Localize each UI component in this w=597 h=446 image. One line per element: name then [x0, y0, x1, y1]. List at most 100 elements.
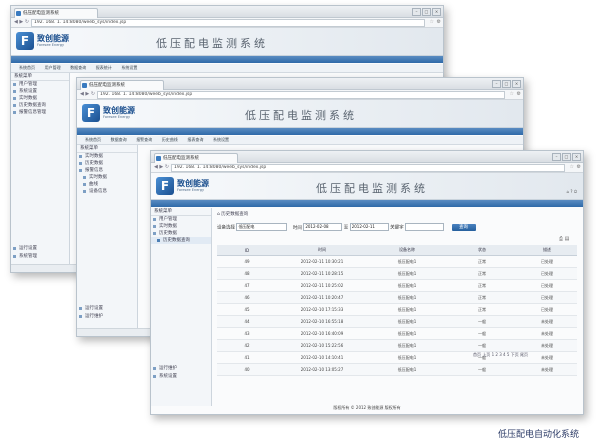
wrench-icon[interactable]: ⚙ — [517, 91, 521, 97]
sidebar-item-label: 系统设置 — [159, 374, 177, 379]
sidebar-item[interactable]: 历史数据 — [77, 160, 137, 167]
pager-page[interactable]: 2 — [495, 352, 498, 357]
sidebar-item[interactable]: 报警信息 — [77, 167, 137, 174]
pager-page[interactable]: 4 — [503, 352, 506, 357]
maximize-button[interactable]: □ — [422, 8, 431, 16]
url-field[interactable]: 192. 168. 1. 14:8080/weeb_sys/index.jsp — [31, 19, 425, 27]
export-icon[interactable]: ⎙ ▤ — [559, 236, 569, 242]
pager-page[interactable]: 5 — [507, 352, 510, 357]
maximize-button[interactable]: □ — [502, 80, 511, 88]
sidebar-item[interactable]: 曲线 — [77, 181, 137, 188]
column-header[interactable]: ID — [217, 245, 277, 256]
sidebar-item[interactable]: 历史数据 — [151, 230, 211, 237]
sidebar-item-label: 系统设置 — [19, 89, 37, 94]
sidebar-item[interactable]: 用户管理 — [151, 216, 211, 223]
menu-item[interactable]: 历史曲线 — [162, 136, 178, 144]
keyword-label: 关键字 — [390, 225, 404, 231]
column-header[interactable]: 状态 — [447, 245, 517, 256]
browser-tab[interactable]: 低压配电监测系统 — [80, 80, 164, 90]
pager-page[interactable]: 1 — [492, 352, 495, 357]
star-icon[interactable]: ☆ — [570, 164, 574, 170]
table-row[interactable]: 48 2012-02-11 10:28:15 低压配电1 正常 已处理 — [217, 267, 577, 280]
sidebar-item[interactable]: 运行维护 — [77, 313, 103, 320]
sidebar-item[interactable]: 运行设置 — [11, 245, 37, 252]
home-icon[interactable]: ⌂ — [217, 212, 220, 217]
device-select[interactable]: 低压配电 — [236, 223, 288, 231]
close-button[interactable]: × — [512, 80, 521, 88]
menu-item[interactable]: 报警查询 — [136, 136, 152, 144]
minimize-button[interactable]: – — [492, 80, 501, 88]
back-forward-icon[interactable]: ◀ ▶ ↻ — [154, 164, 169, 170]
menu-item[interactable]: 系统设置 — [213, 136, 229, 144]
table-row[interactable]: 44 2012-02-10 16:55:18 低压配电1 一般 未处理 — [217, 315, 577, 328]
menu-item[interactable]: 系统首页 — [85, 136, 101, 144]
wrench-icon[interactable]: ⚙ — [577, 164, 581, 170]
end-date-field[interactable]: 2012-02-11 — [349, 223, 389, 231]
folder-icon — [13, 97, 16, 100]
back-forward-icon[interactable]: ◀ ▶ ↻ — [14, 19, 29, 25]
close-button[interactable]: × — [572, 153, 581, 161]
home-icon[interactable]: ⌂ — [567, 189, 570, 194]
menu-item[interactable]: 报表统计 — [96, 64, 112, 72]
sidebar-item[interactable]: 实时数据 — [77, 174, 137, 181]
sidebar-item[interactable]: 实时数据 — [151, 223, 211, 230]
url-field[interactable]: 192. 168. 1. 14:8080/weeb_sys/index.jsp — [171, 164, 565, 172]
sidebar-item[interactable]: 实时数据 — [11, 95, 69, 102]
menu-item[interactable]: 报表查询 — [187, 136, 203, 144]
pager-prev[interactable]: 上页 — [482, 352, 490, 357]
pager-next[interactable]: 下页 — [511, 352, 519, 357]
back-forward-icon[interactable]: ◀ ▶ ↻ — [80, 91, 95, 97]
sidebar-item[interactable]: 系统设置 — [11, 88, 69, 95]
menu-item[interactable]: 系统设置 — [121, 64, 137, 72]
logo-mark-icon: F — [82, 104, 100, 122]
keyword-input[interactable] — [405, 223, 445, 231]
query-button[interactable]: 查询 — [451, 223, 476, 231]
sidebar-item[interactable]: 实时数据 — [77, 153, 137, 160]
url-field[interactable]: 192. 168. 1. 14:8080/weeb_sys/index.jsp — [97, 91, 505, 99]
start-date-field[interactable]: 2012-02-08 — [303, 223, 343, 231]
title-bar: 低压配电监测系统 – □ × — [77, 78, 523, 90]
sidebar-item-active[interactable]: 历史数据查询 — [151, 237, 211, 244]
sidebar-item[interactable]: 系统设置 — [151, 373, 177, 380]
sidebar-item[interactable]: 历史数据查询 — [11, 102, 69, 109]
folder-icon — [153, 367, 156, 370]
column-header[interactable]: 描述 — [517, 245, 577, 256]
sidebar-item[interactable]: 系统管理 — [11, 253, 37, 260]
close-button[interactable]: × — [432, 8, 441, 16]
browser-tab[interactable]: 低压配电监测系统 — [154, 153, 238, 163]
table-row[interactable]: 45 2012-02-10 17:15:33 低压配电1 正常 已处理 — [217, 303, 577, 316]
sidebar-item[interactable]: 运行设置 — [77, 305, 103, 312]
help-icon[interactable]: ? — [570, 189, 572, 194]
minimize-button[interactable]: – — [412, 8, 421, 16]
sidebar-item[interactable]: 用户管理 — [11, 81, 69, 88]
pager-first[interactable]: 首页 — [473, 352, 481, 357]
sidebar-item[interactable]: 设备信息 — [77, 188, 137, 195]
sidebar-item[interactable]: 报警信息管理 — [11, 109, 69, 116]
sidebar-item-label: 运行维护 — [85, 314, 103, 319]
cell-desc: 已处理 — [517, 279, 577, 292]
star-icon[interactable]: ☆ — [430, 19, 434, 25]
browser-tab[interactable]: 低压配电监测系统 — [14, 8, 98, 18]
table-row[interactable]: 43 2012-02-10 16:40:09 低压配电1 一般 未处理 — [217, 327, 577, 340]
pager-page[interactable]: 3 — [499, 352, 502, 357]
exit-icon[interactable]: ⏻ — [574, 189, 577, 194]
menu-item[interactable]: 系统首页 — [19, 64, 35, 72]
cell-time: 2012-02-10 15:22:56 — [277, 339, 367, 352]
column-header[interactable]: 设备名称 — [367, 245, 447, 256]
maximize-button[interactable]: □ — [562, 153, 571, 161]
pager-last[interactable]: 尾页 — [520, 352, 528, 357]
table-row[interactable]: 42 2012-02-10 15:22:56 低压配电1 一般 未处理 — [217, 339, 577, 352]
table-row[interactable]: 49 2012-02-11 10:30:21 低压配电1 正常 已处理 — [217, 255, 577, 268]
menu-item[interactable]: 用户管理 — [45, 64, 61, 72]
table-row[interactable]: 40 2012-02-10 13:05:27 低压配电1 一般 未处理 — [217, 363, 577, 376]
table-row[interactable]: 47 2012-02-11 10:25:02 低压配电1 正常 已处理 — [217, 279, 577, 292]
star-icon[interactable]: ☆ — [510, 91, 514, 97]
sidebar-item[interactable]: 运行维护 — [151, 365, 177, 372]
menu-item[interactable]: 数据查询 — [111, 136, 127, 144]
minimize-button[interactable]: – — [552, 153, 561, 161]
table-row[interactable]: 46 2012-02-11 10:20:47 低压配电1 正常 已处理 — [217, 291, 577, 304]
sidebar-item-label: 曲线 — [89, 182, 98, 187]
column-header[interactable]: 时间 — [277, 245, 367, 256]
wrench-icon[interactable]: ⚙ — [437, 19, 441, 25]
menu-item[interactable]: 数据查询 — [70, 64, 86, 72]
